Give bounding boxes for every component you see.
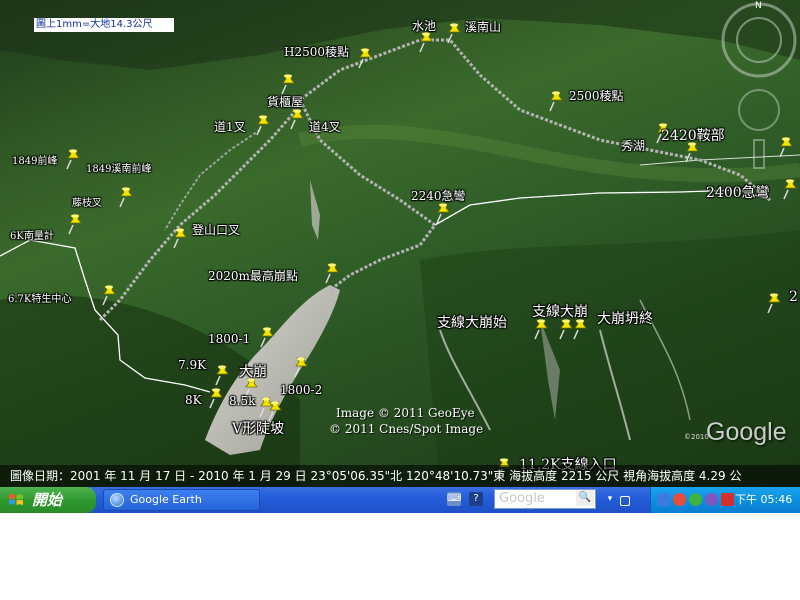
label-branch[interactable]: 支線大崩 [532,301,588,321]
label-1849-peak[interactable]: 1849前峰 [12,152,57,167]
pushpin-icon[interactable] [280,73,296,95]
pushpin-icon[interactable] [67,213,83,235]
label-1800-2[interactable]: 1800-2 [280,383,322,397]
pushpin-icon[interactable] [418,31,434,53]
label-xiuhu[interactable]: 秀湖 [621,137,645,154]
label-h2500[interactable]: H2500稜點 [284,43,349,60]
pushpin-icon[interactable] [324,262,340,284]
label-2240[interactable]: 2240急彎 [411,187,466,204]
scale-label: 圖上1mm=大地14.3公尺 [34,18,174,32]
label-huoguiwu[interactable]: 貨櫃屋 [267,93,303,110]
label-6k-south[interactable]: 6K南量計 [10,227,54,242]
label-85k[interactable]: 8.5k [229,394,255,408]
toolbar-options-icon[interactable]: ▾ [603,492,617,506]
pushpin-icon[interactable] [172,227,188,249]
pushpin-icon[interactable] [65,148,81,170]
map-view[interactable]: 圖上1mm=大地14.3公尺 N 1849前峰 1849溪南前峰 藤枝叉 6K南… [0,0,800,487]
gps-track-side [164,129,261,231]
restore-icon[interactable] [620,496,630,506]
help-icon[interactable]: ? [469,492,483,506]
imagery-credit-geoeye: Image © 2011 GeoEye [336,406,475,420]
clock: 下午 05:46 [735,493,793,506]
label-tengzhi[interactable]: 藤枝叉 [72,194,102,209]
label-1800-1[interactable]: 1800-1 [208,332,250,346]
pushpin-icon[interactable] [766,292,782,314]
pushpin-icon[interactable] [572,318,588,340]
pushpin-icon[interactable] [435,202,451,224]
label-dao4[interactable]: 道4叉 [309,118,341,135]
label-dengshan[interactable]: 登山口叉 [192,221,240,238]
pushpin-icon[interactable] [259,326,275,348]
pushpin-icon[interactable] [214,364,230,386]
pushpin-icon[interactable] [293,356,309,378]
start-label: 開始 [32,491,63,509]
pushpin-icon[interactable] [101,284,117,306]
pushpin-icon[interactable] [533,318,549,340]
label-2020[interactable]: 2020m最高崩點 [208,267,298,284]
distant-ridge [0,0,800,70]
pushpin-icon[interactable] [208,387,224,409]
system-tray: 下午 05:46 [650,487,800,513]
taskbar-window-google-earth[interactable]: Google Earth [103,489,260,511]
label-79k[interactable]: 7.9K [178,358,206,372]
north-indicator: N [755,1,762,11]
label-right-2[interactable]: 2 [789,289,798,305]
label-shuichi[interactable]: 水池 [412,17,436,34]
tray-alert-icon[interactable] [721,493,734,506]
small-slide [310,180,320,240]
tray-app-icon[interactable] [705,493,718,506]
pushpin-icon[interactable] [446,22,462,44]
windows-flag-icon [9,494,23,505]
keyboard-icon[interactable]: ⌨ [447,492,461,506]
label-dao1[interactable]: 道1叉 [214,118,246,135]
label-1849-south[interactable]: 1849溪南前峰 [86,160,151,175]
label-xinan[interactable]: 溪南山 [465,18,501,35]
label-2500[interactable]: 2500稜點 [569,87,624,104]
label-2420[interactable]: 2420鞍部 [661,125,725,145]
pushpin-icon[interactable] [782,178,798,200]
network-icon[interactable] [657,493,670,506]
status-bar: 圖像日期：2001 年 11 月 17 日 - 2010 年 1 月 29 日 … [0,465,800,487]
valley-shade-right [420,230,800,487]
pushpin-icon[interactable] [118,186,134,208]
label-vslope[interactable]: V形陡坡 [232,418,284,438]
pushpin-icon[interactable] [548,90,564,112]
pushpin-icon[interactable] [289,108,305,130]
antivirus-icon[interactable] [673,493,686,506]
start-button[interactable]: 開始 [0,487,96,513]
label-2400[interactable]: 2400急彎 [706,182,770,202]
label-branch-start[interactable]: 支線大崩始 [437,312,507,332]
pushpin-icon[interactable] [778,136,794,158]
label-dabeng[interactable]: 大崩 [239,361,267,381]
label-branch-end[interactable]: 大崩坍終 [597,308,653,328]
update-icon[interactable] [689,493,702,506]
label-8k[interactable]: 8K [185,393,202,407]
google-earth-icon [110,493,124,507]
window-label: Google Earth [130,493,202,506]
label-67k-center[interactable]: 6.7K特生中心 [8,290,71,305]
imagery-credit-cnes: © 2011 Cnes/Spot Image [329,422,484,436]
pushpin-icon[interactable] [255,114,271,136]
search-icon[interactable]: 🔍 [576,490,594,506]
taskbar: 開始 Google Earth ⌨ ? Google 🔍 ▾ 下午 05:46 [0,487,800,513]
google-logo: Google [706,418,787,446]
pushpin-icon[interactable] [357,47,373,69]
